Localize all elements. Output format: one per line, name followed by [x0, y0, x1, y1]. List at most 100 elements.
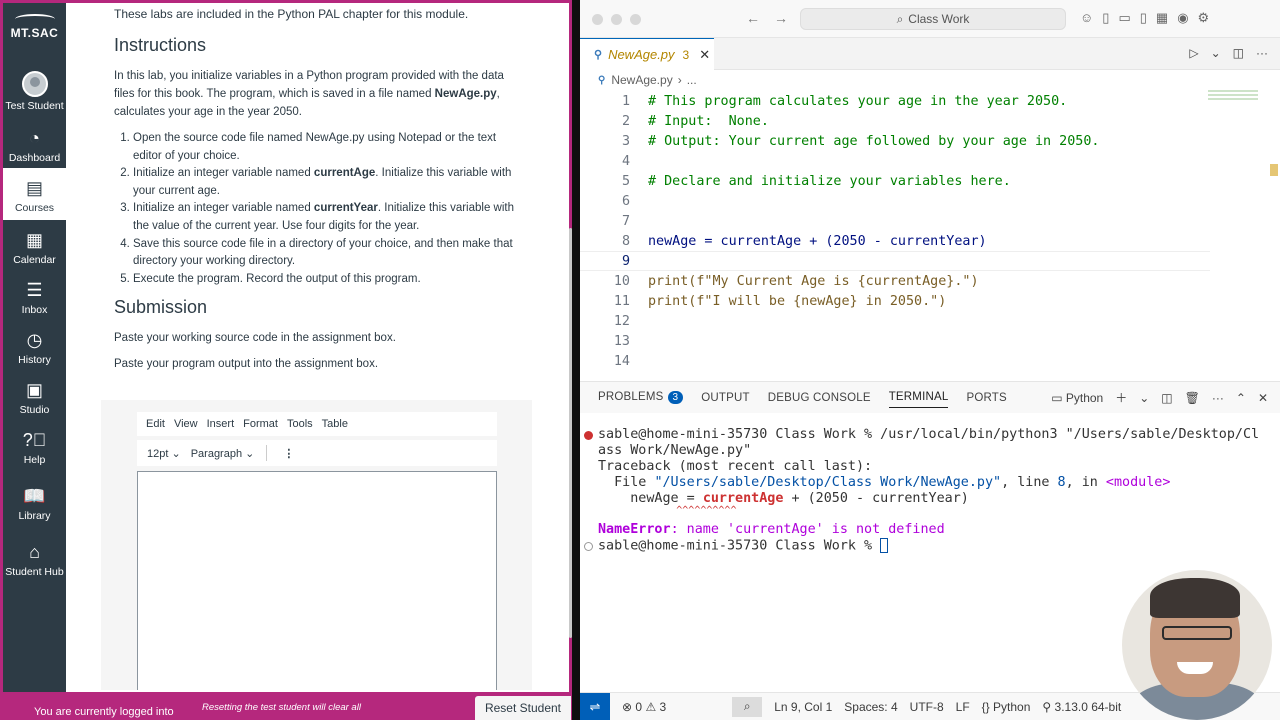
nav-item-history[interactable]: ◷ History [3, 320, 66, 370]
block-format-select[interactable]: Paragraph ⌄ [191, 447, 255, 460]
code-line: 12 [613, 313, 630, 329]
breadcrumb-file[interactable]: NewAge.py [611, 73, 672, 87]
layout-secondary-icon[interactable]: ▯ [1140, 10, 1147, 26]
menu-view[interactable]: View [174, 418, 198, 430]
terminal-line: NameError: name 'currentAge' is not defi… [598, 522, 945, 537]
window-controls [592, 14, 641, 25]
courses-icon: ▤ [25, 178, 43, 198]
nav-item-inbox[interactable]: ☰ Inbox [3, 270, 66, 320]
test-student-bar: You are currently logged into Resetting … [0, 692, 572, 720]
python-interpreter[interactable]: ⚲ 3.13.0 64-bit [1042, 700, 1121, 714]
more-actions-icon[interactable]: ··· [1212, 391, 1224, 405]
zoom-icon[interactable]: ⌕ [732, 696, 763, 717]
chevron-down-icon[interactable]: ⌄ [1139, 391, 1149, 405]
problems-status[interactable]: ⊗ 0 ⚠ 3 [622, 700, 666, 714]
tab-ports[interactable]: PORTS [966, 392, 1006, 404]
more-actions-icon[interactable]: ··· [1256, 46, 1268, 60]
more-options-icon[interactable]: ⋮ [283, 447, 294, 460]
tab-newage-py[interactable]: ⚲ NewAge.py 3 ✕ [580, 38, 714, 70]
nav-item-courses[interactable]: ▤ Courses [3, 168, 66, 220]
tab-problems[interactable]: PROBLEMS 3 [598, 391, 684, 404]
studio-icon: ▣ [25, 380, 43, 400]
nav-item-dashboard[interactable]: ◔ Dashboard [3, 116, 66, 168]
command-center-search[interactable]: ⌕ Class Work [800, 8, 1066, 30]
run-icon[interactable]: ▷ [1189, 46, 1198, 60]
menu-edit[interactable]: Edit [146, 418, 165, 430]
nav-item-student-hub[interactable]: ⌂ Student Hub [3, 526, 66, 582]
nav-label: Dashboard [8, 152, 61, 164]
nav-item-help[interactable]: ?⃝ Help [3, 420, 66, 470]
terminal-cursor [880, 538, 889, 553]
nav-item-account[interactable]: Test Student [3, 51, 66, 116]
minimize-window-icon[interactable] [611, 14, 622, 25]
maximize-window-icon[interactable] [630, 14, 641, 25]
menu-table[interactable]: Table [322, 418, 348, 430]
tab-output[interactable]: OUTPUT [701, 392, 749, 404]
logged-in-message: You are currently logged into [34, 706, 174, 718]
code-line: 3 # Output: Your current age followed by … [621, 133, 1100, 149]
logo-text: MT.SAC [10, 26, 59, 40]
nav-item-calendar[interactable]: ▦ Calendar [3, 220, 66, 270]
code-line: 13 [613, 333, 630, 349]
nav-label: Calendar [13, 254, 56, 266]
global-nav: MT.SAC Test Student ◔ Dashboard ▤ Course… [3, 3, 66, 692]
indentation[interactable]: Spaces: 4 [844, 700, 897, 714]
encoding[interactable]: UTF-8 [910, 700, 944, 714]
editor-text-area[interactable] [137, 471, 497, 690]
new-terminal-icon[interactable]: ＋ [1115, 389, 1127, 406]
cursor-position[interactable]: Ln 9, Col 1 [774, 700, 832, 714]
terminal-profile[interactable]: ▭ Python [1051, 391, 1103, 405]
font-size-select[interactable]: 12pt ⌄ [147, 447, 181, 460]
breadcrumb: ⚲ NewAge.py › ... [580, 70, 1280, 90]
trash-icon[interactable]: 🗑 [1185, 391, 1200, 405]
settings-gear-icon[interactable]: ⚙ [1198, 10, 1210, 26]
end-of-line[interactable]: LF [956, 700, 970, 714]
layout-sidebar-icon[interactable]: ▯ [1102, 10, 1109, 26]
menu-format[interactable]: Format [243, 418, 278, 430]
tab-debug-console[interactable]: DEBUG CONSOLE [768, 392, 871, 404]
terminal-line: ^^^^^^^^^^ [598, 505, 737, 516]
code-editor[interactable]: 1 # This program calculates your age in t… [580, 90, 1210, 380]
split-editor-icon[interactable]: ◫ [1233, 46, 1244, 60]
nav-item-studio[interactable]: ▣ Studio [3, 370, 66, 420]
code-line: 1 # This program calculates your age in t… [621, 93, 1068, 109]
close-window-icon[interactable] [592, 14, 603, 25]
history-nav: ← → [746, 10, 802, 26]
reset-student-button[interactable]: Reset Student [475, 696, 571, 720]
list-item: Open the source code file named NewAge.p… [133, 130, 523, 165]
nav-item-library[interactable]: 📖 Library [3, 470, 66, 526]
title-actions: ☺ ▯ ▭ ▯ ▦ ◉ ⚙ [1080, 10, 1209, 26]
school-logo[interactable]: MT.SAC [3, 3, 66, 51]
terminal-line: sable@home-mini-35730 Class Work % /usr/… [584, 427, 1259, 442]
toolbar-divider [266, 445, 268, 461]
back-arrow-icon[interactable]: ← [746, 10, 760, 26]
account-icon[interactable]: ◉ [1177, 10, 1188, 26]
layout-panel-icon[interactable]: ▭ [1118, 10, 1130, 26]
instructions-paragraph: In this lab, you initialize variables in… [114, 70, 504, 118]
maximize-panel-icon[interactable]: ⌃ [1236, 391, 1246, 405]
language-mode[interactable]: {} Python [982, 700, 1031, 714]
close-panel-icon[interactable]: ✕ [1258, 391, 1268, 405]
list-item: Initialize an integer variable named cur… [133, 200, 523, 235]
minimap[interactable] [1208, 90, 1264, 110]
search-icon: ⌕ [896, 11, 904, 26]
split-terminal-icon[interactable]: ◫ [1161, 391, 1172, 405]
terminal-line: Traceback (most recent call last): [598, 459, 873, 474]
remote-icon[interactable]: ⇌ [580, 693, 610, 720]
close-icon[interactable]: ✕ [699, 47, 710, 63]
terminal-line: ass Work/NewAge.py" [598, 443, 752, 458]
chevron-down-icon[interactable]: ⌄ [1211, 46, 1221, 60]
code-line: 11 print(f"I will be {newAge} in 2050.") [613, 293, 947, 309]
tab-terminal[interactable]: TERMINAL [888, 391, 949, 408]
menu-tools[interactable]: Tools [287, 418, 313, 430]
list-item: Save this source code file in a director… [133, 236, 523, 271]
editor-menubar: Edit View Insert Format Tools Table [137, 412, 497, 436]
inbox-icon: ☰ [26, 280, 43, 300]
nav-label: Studio [19, 404, 50, 416]
chevron-down-icon: ⌄ [245, 447, 255, 460]
copilot-icon[interactable]: ☺ [1080, 10, 1093, 26]
menu-insert[interactable]: Insert [207, 418, 235, 430]
forward-arrow-icon[interactable]: → [774, 10, 788, 26]
breadcrumb-more[interactable]: ... [687, 73, 697, 87]
customize-layout-icon[interactable]: ▦ [1156, 10, 1168, 26]
